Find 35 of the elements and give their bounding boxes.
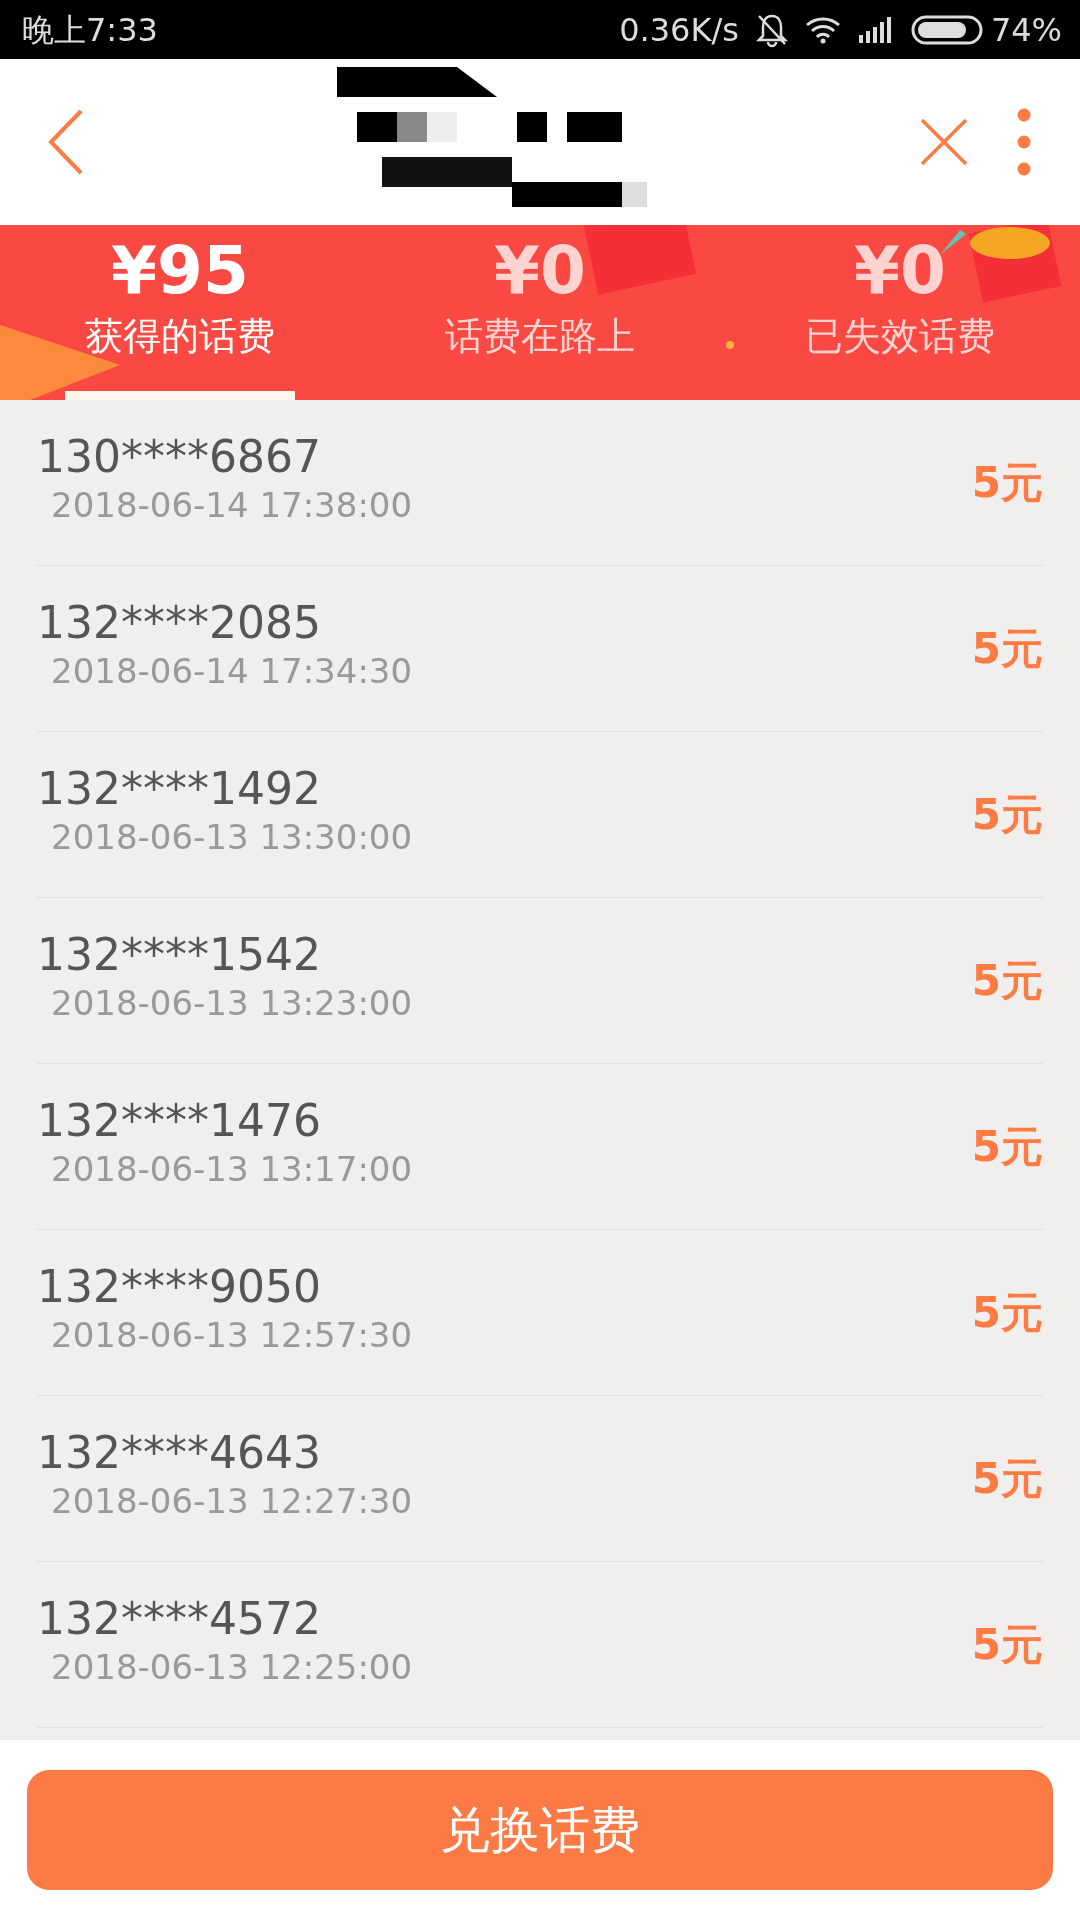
phone-number: 132****1542 [37,931,322,979]
close-button[interactable] [920,118,968,166]
reward-amount: 5元 [971,789,1043,841]
reward-amount: 5元 [971,623,1043,675]
record-time: 2018-06-13 12:25:00 [51,1646,413,1690]
reward-amount: 5元 [971,1619,1043,1671]
phone-number: 130****6867 [37,433,322,481]
status-time: 晚上7:33 [22,9,158,51]
reward-amount: 5元 [971,955,1043,1007]
back-button[interactable] [48,109,84,175]
network-speed: 0.36K/s [619,9,739,51]
more-menu-button[interactable] [1016,107,1032,177]
reward-amount: 5元 [971,1287,1043,1339]
wifi-icon [804,15,841,44]
record-time: 2018-06-13 13:30:00 [51,816,413,860]
balance-tab[interactable]: ¥0 话费在路上 [360,225,720,400]
balance-tab[interactable]: ¥0 已失效话费 [720,225,1080,400]
phone-number: 132****1476 [37,1097,322,1145]
reward-amount: 5元 [971,1453,1043,1505]
record-time: 2018-06-14 17:38:00 [51,484,413,528]
record-time: 2018-06-13 12:27:30 [51,1480,413,1524]
phone-number: 132****1492 [37,765,322,813]
phone-number: 132****2085 [37,599,322,647]
record-time: 2018-06-13 13:23:00 [51,982,413,1026]
reward-amount: 5元 [971,457,1043,509]
phone-number: 132****9050 [37,1263,322,1311]
reward-amount: 5元 [971,1121,1043,1173]
battery-icon [910,14,983,45]
phone-number: 132****4572 [37,1595,322,1643]
record-time: 2018-06-13 12:57:30 [51,1314,413,1358]
phone-number: 132****4643 [37,1429,322,1477]
record-time: 2018-06-13 13:17:00 [51,1148,413,1192]
record-time: 2018-06-14 17:34:30 [51,650,413,694]
battery-level: 74% [990,9,1062,51]
exchange-button[interactable]: 兑换话费 [27,1770,1053,1890]
